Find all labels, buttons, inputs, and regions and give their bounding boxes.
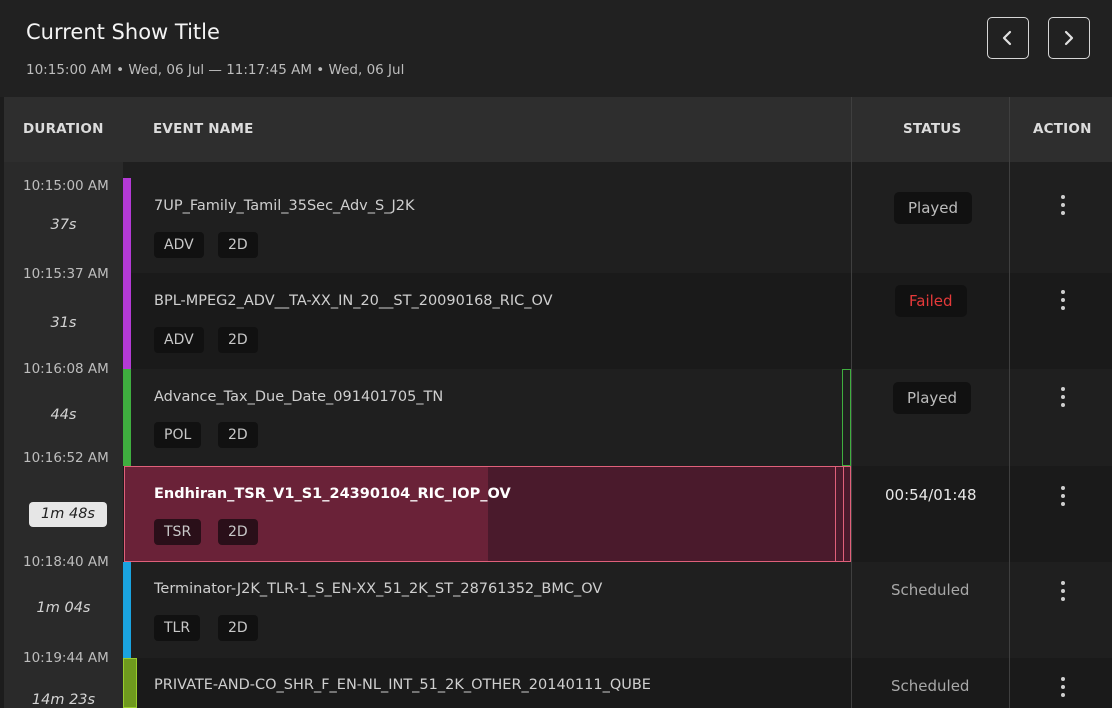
- duration-column: 10:15:00 AM 37s 10:15:37 AM 31s 10:16:08…: [4, 162, 123, 708]
- table-row[interactable]: Advance_Tax_Due_Date_091401705_TN POL 2D…: [123, 369, 1112, 466]
- event-color-bar: [123, 178, 131, 273]
- event-name: BPL-MPEG2_ADV__TA-XX_IN_20__ST_20090168_…: [154, 293, 553, 309]
- event-tag: 2D: [218, 519, 258, 545]
- event-duration: 44s: [50, 407, 77, 423]
- status-text: Scheduled: [891, 677, 970, 695]
- previous-button[interactable]: [987, 17, 1029, 59]
- event-end-marker: [842, 369, 851, 466]
- column-header-duration: DURATION: [23, 121, 104, 137]
- event-color-bar: [123, 369, 131, 466]
- event-color-bar: [123, 562, 131, 658]
- event-name: PRIVATE-AND-CO_SHR_F_EN-NL_INT_51_2K_OTH…: [154, 677, 651, 693]
- event-tag: TSR: [154, 519, 202, 545]
- event-color-bar: [123, 658, 137, 708]
- event-name: 7UP_Family_Tamil_35Sec_Adv_S_J2K: [154, 198, 415, 214]
- status-badge: Played: [894, 192, 973, 224]
- event-progress-fill: [125, 467, 488, 561]
- event-start-time: 10:18:40 AM: [23, 554, 109, 570]
- event-tag: 2D: [218, 422, 258, 448]
- next-button[interactable]: [1048, 17, 1090, 59]
- table-header: DURATION EVENT NAME STATUS ACTION: [4, 97, 1112, 162]
- event-end-marker: [835, 467, 844, 561]
- event-tag: 2D: [218, 327, 258, 353]
- show-title: Current Show Title: [26, 20, 220, 44]
- row-menu-button[interactable]: [1055, 579, 1071, 603]
- status-badge: Played: [893, 382, 972, 414]
- table-row[interactable]: PRIVATE-AND-CO_SHR_F_EN-NL_INT_51_2K_OTH…: [123, 658, 1112, 708]
- current-event-box: [124, 466, 851, 562]
- status-badge-failed: Failed: [895, 285, 967, 317]
- event-tag: ADV: [154, 327, 204, 353]
- table-row[interactable]: BPL-MPEG2_ADV__TA-XX_IN_20__ST_20090168_…: [123, 273, 1112, 369]
- status-text: Scheduled: [891, 581, 970, 599]
- event-tag: 2D: [218, 232, 258, 258]
- event-tag: POL: [154, 422, 202, 448]
- column-header-status: STATUS: [903, 121, 962, 137]
- column-header-action: ACTION: [1033, 121, 1092, 137]
- event-start-time: 10:15:37 AM: [23, 266, 109, 282]
- event-duration: 1m 04s: [36, 600, 91, 616]
- chevron-right-icon: [1064, 30, 1074, 46]
- table-row-current[interactable]: Endhiran_TSR_V1_S1_24390104_RIC_IOP_OV T…: [123, 466, 1112, 562]
- show-time-range: 10:15:00 AM • Wed, 06 Jul — 11:17:45 AM …: [26, 62, 405, 78]
- event-start-time: 10:16:08 AM: [23, 361, 109, 377]
- row-menu-button[interactable]: [1055, 288, 1071, 312]
- event-name: Terminator-J2K_TLR-1_S_EN-XX_51_2K_ST_28…: [154, 581, 603, 597]
- chevron-left-icon: [1002, 30, 1012, 46]
- event-tag: TLR: [154, 615, 201, 641]
- row-menu-button[interactable]: [1055, 675, 1071, 699]
- table-row[interactable]: 7UP_Family_Tamil_35Sec_Adv_S_J2K ADV 2D …: [123, 162, 1112, 273]
- table-row[interactable]: Terminator-J2K_TLR-1_S_EN-XX_51_2K_ST_28…: [123, 562, 1112, 658]
- event-duration: 14m 23s: [31, 692, 96, 708]
- event-start-time: 10:15:00 AM: [23, 178, 109, 194]
- event-tag: ADV: [154, 232, 204, 258]
- column-header-event-name: EVENT NAME: [153, 121, 254, 137]
- row-menu-button[interactable]: [1055, 385, 1071, 409]
- column-divider: [1009, 97, 1010, 708]
- event-name: Advance_Tax_Due_Date_091401705_TN: [154, 389, 444, 405]
- event-duration-current: 1m 48s: [29, 502, 107, 527]
- event-tag: 2D: [218, 615, 258, 641]
- event-name: Endhiran_TSR_V1_S1_24390104_RIC_IOP_OV: [154, 486, 511, 502]
- row-menu-button[interactable]: [1055, 484, 1071, 508]
- event-color-bar: [123, 273, 131, 369]
- playback-progress: 00:54/01:48: [885, 486, 977, 504]
- row-menu-button[interactable]: [1055, 193, 1071, 217]
- event-start-time: 10:16:52 AM: [23, 450, 109, 466]
- show-header: Current Show Title 10:15:00 AM • Wed, 06…: [0, 0, 1112, 97]
- event-duration: 37s: [50, 217, 77, 233]
- column-divider: [851, 97, 852, 708]
- event-start-time: 10:19:44 AM: [23, 650, 109, 666]
- event-duration: 31s: [50, 315, 77, 331]
